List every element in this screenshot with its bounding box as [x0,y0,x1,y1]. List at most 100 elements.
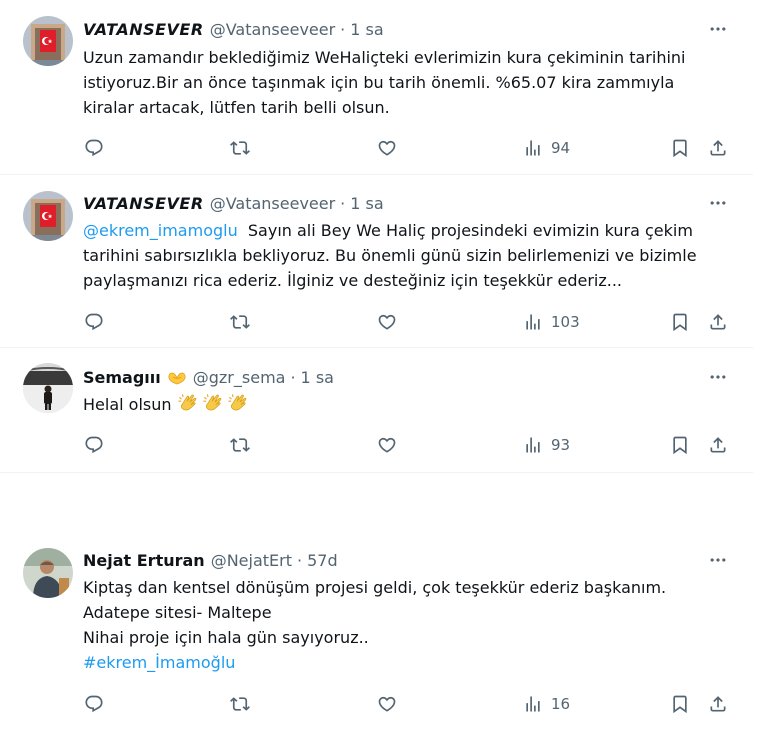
share-button[interactable] [708,692,728,716]
more-options-button[interactable] [700,18,736,40]
retweet-button[interactable] [230,136,250,160]
separator-dot: · [296,550,303,570]
tweet-actions: 94 [0,136,753,160]
views-button[interactable]: 16 [523,692,570,716]
tweet[interactable]: VATANSEVER @Vatanseeveer · 1 sa Uzun zam… [0,0,753,175]
share-icon [708,435,728,455]
bookmark-button[interactable] [670,136,690,160]
like-button[interactable] [377,310,397,334]
handle[interactable]: @Vatanseeveer [210,194,335,213]
hashtag-link[interactable]: #ekrem_İmamoğlu [83,650,733,675]
tweet-text-fragment: Helal olsun [83,395,172,414]
more-options-button[interactable] [700,549,736,571]
reply-icon [84,312,104,332]
mention-link[interactable]: @ekrem_imamoglu [83,221,238,240]
retweet-button[interactable] [230,433,250,457]
avatar[interactable] [23,16,73,66]
tweet[interactable]: VATANSEVER @Vatanseeveer · 1 sa @ekrem_i… [0,175,753,348]
tweet[interactable]: Nejat Erturan @NejatErt · 57d Kiptaş dan… [0,473,753,729]
more-icon [708,367,728,387]
tweet[interactable]: Semagııı @gzr_sema · 1 sa Helal olsun 93 [0,348,753,473]
views-button[interactable]: 93 [523,433,570,457]
more-icon [708,193,728,213]
clapping-hands-icon [177,392,199,414]
heart-icon [377,312,397,332]
reply-icon [84,694,104,714]
avatar[interactable] [23,548,73,598]
tweet-header: Semagııı @gzr_sema · 1 sa [83,366,334,388]
handle[interactable]: @gzr_sema [193,368,286,387]
share-icon [708,138,728,158]
views-count: 16 [551,695,571,713]
retweet-icon [230,138,250,158]
more-icon [708,19,728,39]
tweet-text-line: @ekrem_imamoglu Sayın ali Bey We Haliç p… [83,218,733,243]
clapping-hands-icon [202,392,224,414]
share-button[interactable] [708,136,728,160]
display-name[interactable]: Semagııı [83,368,161,387]
views-button[interactable]: 94 [523,136,570,160]
bookmark-button[interactable] [670,433,690,457]
tweet-header: VATANSEVER @Vatanseeveer · 1 sa [83,192,384,214]
reply-button[interactable] [84,692,104,716]
share-button[interactable] [708,433,728,457]
avatar[interactable] [23,191,73,241]
tweet-actions: 93 [0,433,753,457]
tweet-text-line: Adatepe sitesi- Maltepe [83,603,272,622]
more-icon [708,550,728,570]
tweet-text: Helal olsun [83,392,733,417]
separator-dot: · [290,367,296,387]
bookmark-button[interactable] [670,692,690,716]
heart-icon [377,435,397,455]
tweet-text: Uzun zamandır beklediğimiz WeHaliçteki e… [83,45,733,120]
retweet-button[interactable] [230,310,250,334]
reply-button[interactable] [84,136,104,160]
views-button[interactable]: 103 [523,310,580,334]
like-button[interactable] [377,692,397,716]
separator-dot: · [340,19,346,39]
handle[interactable]: @NejatErt [211,551,292,570]
views-icon [523,435,543,455]
more-options-button[interactable] [700,192,736,214]
reply-button[interactable] [84,433,104,457]
reply-button[interactable] [84,310,104,334]
like-button[interactable] [377,433,397,457]
clapping-hands-icon [227,392,249,414]
views-count: 94 [551,139,571,157]
views-icon [523,138,543,158]
display-name[interactable]: VATANSEVER [83,20,204,39]
tweet-header: VATANSEVER @Vatanseeveer · 1 sa [83,18,384,40]
share-icon [708,694,728,714]
reply-icon [84,435,104,455]
tweet-text-line: kiralar artacak, lütfen tarih belli olsu… [83,98,390,117]
like-button[interactable] [377,136,397,160]
bookmark-icon [670,435,690,455]
handle[interactable]: @Vatanseeveer [210,20,335,39]
timestamp[interactable]: 1 sa [301,368,334,387]
tweet-feed: VATANSEVER @Vatanseeveer · 1 sa Uzun zam… [0,0,753,729]
timestamp[interactable]: 1 sa [350,194,383,213]
separator-dot: · [340,193,346,213]
tweet-text-line: paylaşmanızı rica ederiz. İlginiz ve des… [83,271,623,290]
views-count: 93 [551,436,571,454]
bookmark-icon [670,138,690,158]
retweet-icon [230,435,250,455]
share-button[interactable] [708,310,728,334]
heart-icon [377,138,397,158]
bookmark-icon [670,312,690,332]
timestamp[interactable]: 57d [307,551,338,570]
views-count: 103 [551,313,580,331]
retweet-button[interactable] [230,692,250,716]
display-name[interactable]: VATANSEVER [83,194,204,213]
heart-hands-icon [167,369,187,385]
avatar[interactable] [23,363,73,413]
tweet-text-line: Helal olsun [83,392,733,417]
tweet-text-line: Nihai proje için hala gün sayıyoruz.. [83,628,369,647]
bookmark-button[interactable] [670,310,690,334]
timestamp[interactable]: 1 sa [350,20,383,39]
tweet-text-line: Uzun zamandır beklediğimiz WeHaliçteki e… [83,48,686,67]
heart-icon [377,694,397,714]
more-options-button[interactable] [700,366,736,388]
tweet-text-line: istiyoruz.Bir an önce taşınmak için bu t… [83,73,675,92]
display-name[interactable]: Nejat Erturan [83,551,205,570]
